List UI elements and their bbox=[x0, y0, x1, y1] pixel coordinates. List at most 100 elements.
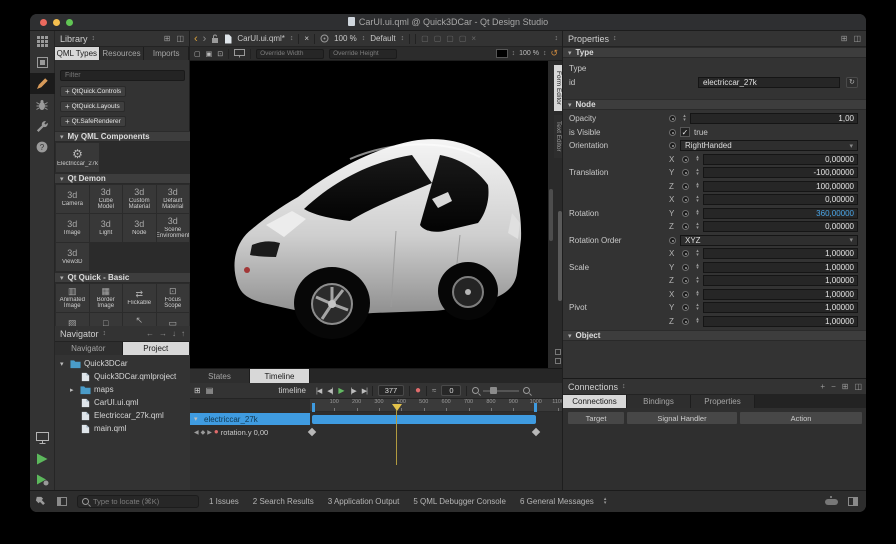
binding-indicator-icon[interactable] bbox=[682, 223, 689, 230]
binding-indicator-icon[interactable] bbox=[669, 142, 676, 149]
binding-indicator-icon[interactable] bbox=[682, 210, 689, 217]
binding-indicator-icon[interactable] bbox=[669, 115, 676, 122]
canvas-zoom-selector-icon[interactable]: ↕ bbox=[543, 50, 547, 57]
timeline-name[interactable]: timeline bbox=[278, 386, 306, 395]
close-document-icon[interactable]: × bbox=[304, 34, 309, 43]
binding-indicator-icon[interactable] bbox=[682, 196, 689, 203]
background-color-swatch[interactable] bbox=[496, 49, 508, 58]
value-field[interactable]: 1,00000 bbox=[703, 248, 858, 259]
column-signal-handler[interactable]: Signal Handler bbox=[627, 412, 737, 424]
zoom-out-icon[interactable] bbox=[472, 387, 479, 394]
timeline-ruler[interactable]: 10020030040050060070080090010001100 bbox=[310, 399, 562, 412]
split-panel-icon[interactable]: ⊞ bbox=[164, 34, 171, 43]
spinbox-arrows-icon[interactable]: ▴▾ bbox=[693, 169, 702, 176]
spinbox-arrows-icon[interactable]: ▴▾ bbox=[693, 318, 702, 325]
output-pane-button[interactable]: 6 General Messages bbox=[520, 497, 594, 506]
design-mode-button[interactable] bbox=[30, 73, 55, 94]
range-start-marker[interactable] bbox=[312, 403, 315, 412]
back-icon[interactable]: ‹ bbox=[194, 34, 198, 44]
move-left-icon[interactable]: ← bbox=[146, 329, 154, 338]
color-selector-icon[interactable]: ↕ bbox=[512, 50, 516, 57]
value-field[interactable]: 0,00000 bbox=[703, 154, 858, 165]
panel-selector-icon[interactable]: ↕ bbox=[622, 383, 626, 390]
transport-button[interactable]: |▶ bbox=[351, 387, 356, 395]
tree-item[interactable]: Quick3DCar.qmlproject bbox=[55, 370, 190, 383]
navigator-tab[interactable]: Project bbox=[123, 342, 191, 355]
output-pane-button[interactable]: 2 Search Results bbox=[253, 497, 314, 506]
value-field[interactable]: 0,00000 bbox=[703, 194, 858, 205]
zoom-target-icon[interactable] bbox=[320, 34, 329, 43]
library-item[interactable]: 3dImage bbox=[56, 214, 89, 242]
navigator-tab[interactable]: Navigator bbox=[55, 342, 123, 355]
remove-connection-icon[interactable]: − bbox=[831, 382, 836, 391]
spinbox-arrows-icon[interactable]: ▴▾ bbox=[680, 115, 689, 122]
value-field[interactable]: 360,00000 bbox=[703, 208, 858, 219]
record-icon[interactable]: ● bbox=[415, 387, 421, 395]
output-pane-button[interactable]: 5 QML Debugger Console bbox=[413, 497, 506, 506]
zoom-level-value[interactable]: 100 % bbox=[334, 34, 357, 43]
selection-tool-icon[interactable]: ▢ bbox=[194, 50, 201, 58]
timeline-track-object[interactable]: ▾electriccar_27k bbox=[190, 413, 562, 425]
range-end-marker[interactable] bbox=[534, 403, 537, 412]
library-item[interactable]: ▨Image bbox=[56, 313, 89, 326]
welcome-mode-button[interactable] bbox=[30, 31, 55, 52]
timeline-settings-icon[interactable]: ⊞ bbox=[194, 386, 201, 395]
current-frame-field[interactable]: 377 bbox=[378, 385, 404, 396]
id-field[interactable]: electriccar_27k bbox=[698, 77, 840, 88]
detach-panel-icon[interactable]: ◫ bbox=[854, 382, 862, 391]
binding-indicator-icon[interactable] bbox=[682, 264, 689, 271]
binding-indicator-icon[interactable] bbox=[682, 169, 689, 176]
library-item[interactable]: 3dLight bbox=[90, 214, 123, 242]
timeline-duration-bar[interactable] bbox=[312, 415, 536, 424]
document-selector-icon[interactable]: ↕ bbox=[290, 35, 294, 42]
loop-count-field[interactable]: 0 bbox=[441, 385, 461, 396]
section-node[interactable]: ▾ Node bbox=[563, 99, 866, 110]
library-item[interactable]: 3dNode bbox=[123, 214, 156, 242]
binding-indicator-icon[interactable] bbox=[669, 129, 676, 136]
binding-indicator-icon[interactable] bbox=[682, 304, 689, 311]
build-hammer-icon[interactable] bbox=[35, 496, 47, 508]
timeline-track-property[interactable]: ◀ ◆ ▶ ● rotation.y 0,00 bbox=[190, 426, 562, 438]
value-field[interactable]: -100,00000 bbox=[703, 167, 858, 178]
binding-indicator-icon[interactable] bbox=[682, 183, 689, 190]
detach-panel-icon[interactable]: ◫ bbox=[853, 34, 861, 43]
timeline-tree-icon[interactable]: ▤ bbox=[206, 386, 214, 395]
split-panel-icon[interactable]: ⊞ bbox=[842, 382, 849, 391]
spinbox-arrows-icon[interactable]: ▴▾ bbox=[693, 304, 702, 311]
expander-icon[interactable]: ▾ bbox=[60, 360, 67, 368]
override-width-field[interactable] bbox=[256, 49, 324, 59]
library-item[interactable]: ⇄Flickable bbox=[123, 284, 156, 312]
filter-input[interactable] bbox=[60, 70, 185, 81]
transport-button[interactable]: ▶ bbox=[338, 386, 344, 395]
add-connection-icon[interactable]: + bbox=[820, 382, 825, 391]
edit-mode-button[interactable] bbox=[30, 52, 55, 73]
scrollbar-thumb[interactable] bbox=[549, 189, 553, 241]
spinbox-arrows-icon[interactable]: ▴▾ bbox=[693, 196, 702, 203]
binding-indicator-icon[interactable] bbox=[682, 291, 689, 298]
move-up-icon[interactable]: ↑ bbox=[181, 329, 185, 338]
timeline-tab[interactable]: Timeline bbox=[250, 369, 310, 383]
output-pane-icon[interactable] bbox=[555, 349, 561, 355]
dropdown[interactable]: RightHanded▾ bbox=[680, 140, 858, 151]
library-item[interactable]: ▥Animated Image bbox=[56, 284, 89, 312]
override-height-field[interactable] bbox=[329, 49, 397, 59]
library-item[interactable]: 3dScene Environment bbox=[157, 214, 190, 242]
next-keyframe-icon[interactable]: ▶ bbox=[207, 429, 212, 436]
record-property-icon[interactable]: ● bbox=[214, 429, 219, 435]
zoom-in-icon[interactable] bbox=[523, 387, 530, 394]
style-value[interactable]: Default bbox=[370, 34, 395, 43]
snap-tool-icon[interactable]: ⊡ bbox=[217, 50, 223, 58]
export-alias-icon[interactable]: ↻ bbox=[846, 77, 858, 88]
help-mode-button[interactable]: ? bbox=[30, 136, 55, 157]
panel-selector-icon[interactable]: ↕ bbox=[613, 35, 617, 42]
toolbar-overflow-icon[interactable]: ↕ bbox=[555, 35, 559, 42]
library-item[interactable]: 3dDefault Material bbox=[157, 185, 190, 213]
spinbox-arrows-icon[interactable]: ▴▾ bbox=[693, 210, 702, 217]
binding-indicator-icon[interactable] bbox=[669, 237, 676, 244]
panel-selector-icon[interactable]: ↕ bbox=[92, 35, 96, 42]
binding-indicator-icon[interactable] bbox=[682, 250, 689, 257]
debug-mode-button[interactable] bbox=[30, 94, 55, 115]
timeline-tab[interactable]: States bbox=[190, 369, 250, 383]
value-field[interactable]: 1,00000 bbox=[703, 262, 858, 273]
output-pane-selector-icon[interactable]: ▴▾ bbox=[604, 498, 607, 505]
